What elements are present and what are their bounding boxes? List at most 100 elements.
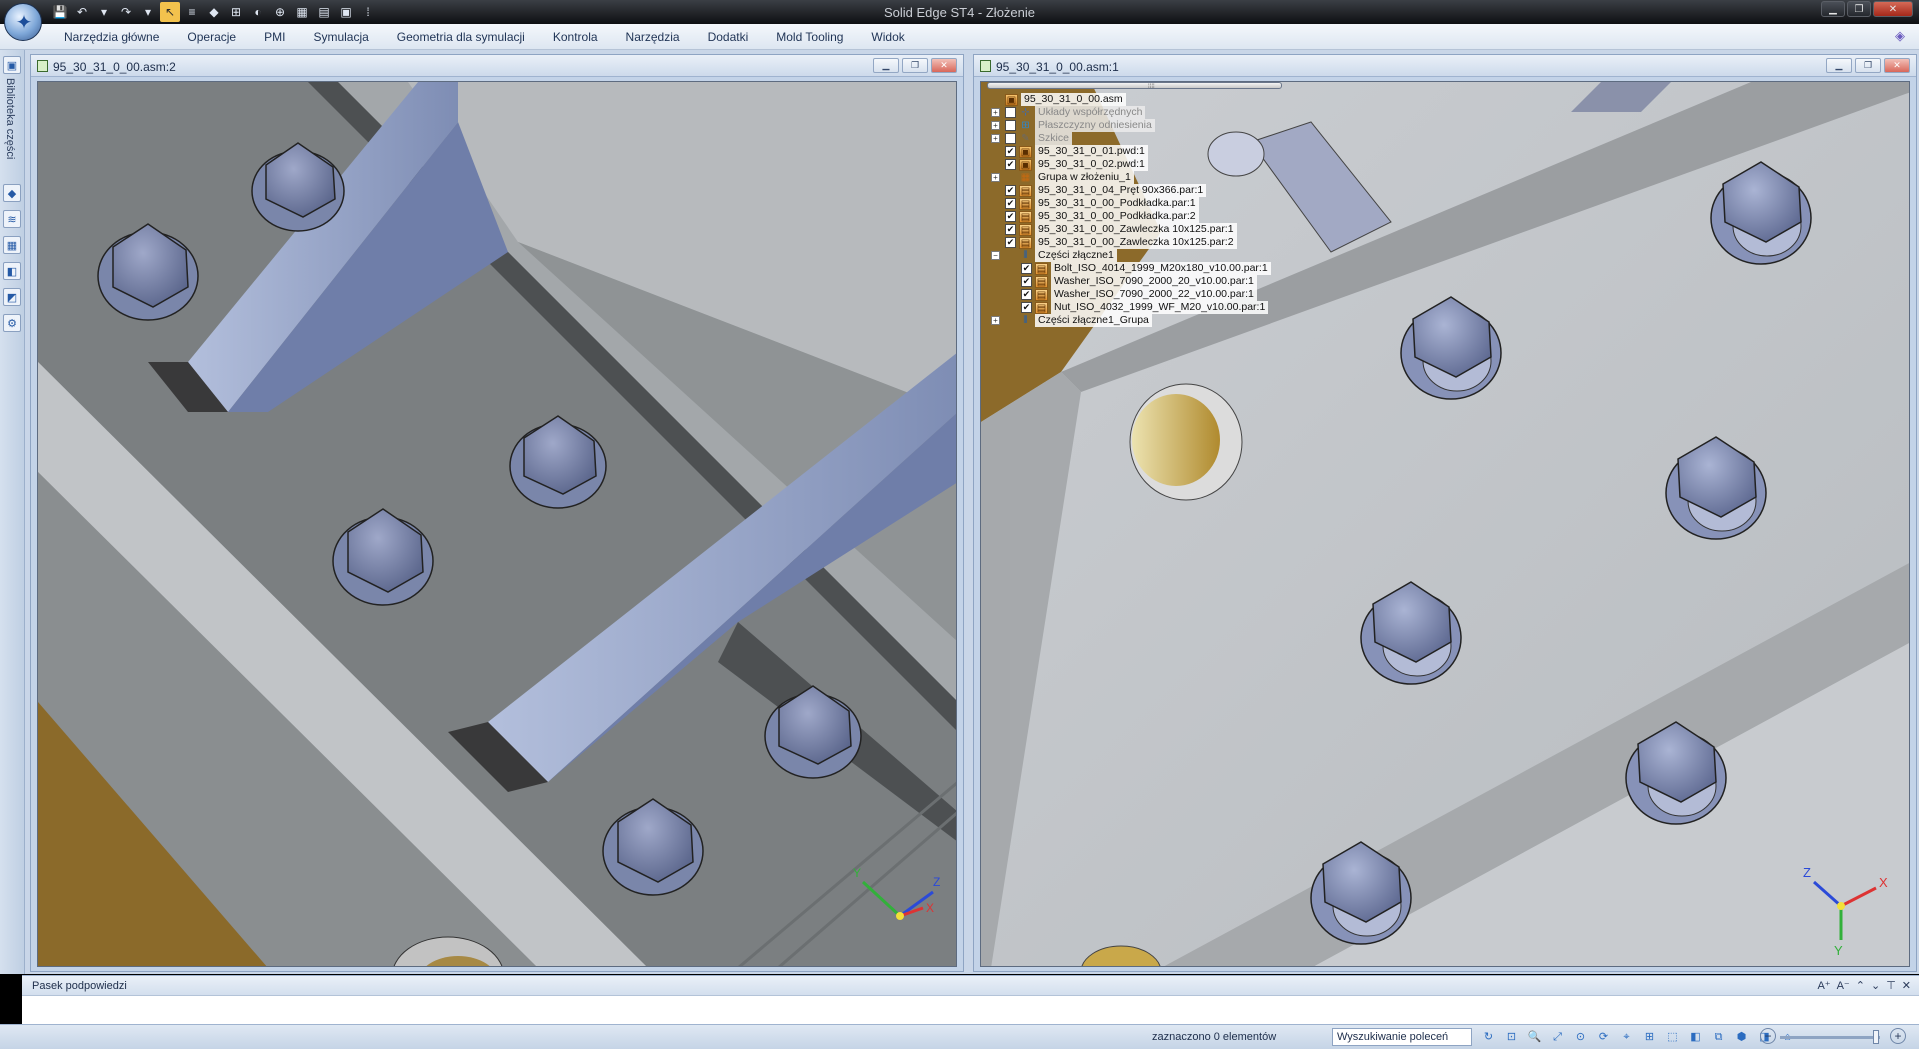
layers-icon[interactable]: ≋ <box>3 210 21 228</box>
tree-node[interactable]: − ⦀ Części złączne1 <box>991 249 1117 262</box>
tree-node[interactable]: + ✔ ⊹ Układy współrzędnych <box>991 106 1146 119</box>
prompt-tool-button[interactable]: ✕ <box>1902 979 1911 992</box>
view-tool-icon[interactable]: ⟳ <box>1595 1029 1612 1045</box>
ribbon-tab-geometria-dla-symulacji[interactable]: Geometria dla symulacji <box>383 30 539 44</box>
dropdown-icon[interactable]: ▾ <box>138 2 158 22</box>
red-diamond-icon[interactable]: ◆ <box>204 2 224 22</box>
doc-close-button[interactable]: ✕ <box>1884 58 1910 73</box>
doc-maximize-button[interactable]: ❐ <box>1855 58 1881 73</box>
tree-node[interactable]: ✔ ▤ Washer_ISO_7090_2000_20_v10.00.par:1 <box>1007 275 1257 288</box>
undo-icon[interactable]: ↶ <box>72 2 92 22</box>
tree-node[interactable]: + ✔ ⊞ Płaszczyzny odniesienia <box>991 119 1155 132</box>
layout-icon[interactable]: ▤ <box>314 2 334 22</box>
visibility-checkbox[interactable]: ✔ <box>1021 276 1032 287</box>
zoom-in-button[interactable]: + <box>1890 1028 1906 1044</box>
dock-tab-parts-library[interactable]: Biblioteka części <box>4 78 16 159</box>
tree-node[interactable]: ✔ ▣ 95_30_31_0_01.pwd:1 <box>991 145 1148 158</box>
grid-icon[interactable]: ≡ <box>182 2 202 22</box>
parts-icon[interactable]: ◆ <box>3 184 21 202</box>
3d-viewport-right[interactable]: Z X Y ⁞⁞⁞⁞ ▣95_30_31_0_00.asm+✔⊹Układy w… <box>980 81 1910 967</box>
visibility-checkbox[interactable]: ✔ <box>1005 159 1016 170</box>
save-icon[interactable]: 💾 <box>50 2 70 22</box>
view-tool-icon[interactable]: 🔍 <box>1526 1029 1543 1045</box>
minimize-button[interactable]: ▁ <box>1821 1 1845 17</box>
visibility-checkbox[interactable]: ✔ <box>1005 120 1016 131</box>
redo-icon[interactable]: ↷ <box>116 2 136 22</box>
expand-toggle-icon[interactable]: + <box>991 316 1000 325</box>
tree-node[interactable]: ✔ ▤ Washer_ISO_7090_2000_22_v10.00.par:1 <box>1007 288 1257 301</box>
ribbon-tab-dodatki[interactable]: Dodatki <box>694 30 763 44</box>
visibility-checkbox[interactable]: ✔ <box>1005 146 1016 157</box>
render-icon[interactable]: ◧ <box>3 262 21 280</box>
visibility-checkbox[interactable]: ✔ <box>1021 302 1032 313</box>
ribbon-tab-symulacja[interactable]: Symulacja <box>299 30 382 44</box>
table-icon[interactable]: ▦ <box>292 2 312 22</box>
prompt-tool-button[interactable]: A⁺ <box>1817 979 1830 992</box>
ribbon-tab-pmi[interactable]: PMI <box>250 30 299 44</box>
tree-node[interactable]: + ▦ Grupa w złożeniu_1 <box>991 171 1134 184</box>
expand-toggle-icon[interactable]: + <box>991 121 1000 130</box>
ribbon-tab-mold-tooling[interactable]: Mold Tooling <box>762 30 857 44</box>
visibility-checkbox[interactable]: ✔ <box>1021 289 1032 300</box>
prompt-tool-button[interactable]: ⊤ <box>1886 979 1896 992</box>
3d-viewport-left[interactable]: Y Z X <box>37 81 957 967</box>
tree-node[interactable]: ✔ ▤ 95_30_31_0_00_Zawleczka 10x125.par:1 <box>991 223 1237 236</box>
expand-toggle-icon[interactable]: + <box>991 173 1000 182</box>
tree-icon[interactable]: ⊞ <box>226 2 246 22</box>
zoom-out-button[interactable]: − <box>1760 1028 1776 1044</box>
visibility-checkbox[interactable]: ✔ <box>1005 107 1016 118</box>
tree-node[interactable]: ▣ 95_30_31_0_00.asm <box>991 93 1126 106</box>
doc-close-button[interactable]: ✕ <box>931 58 957 73</box>
tree-node[interactable]: + ⦀ Części złączne1_Grupa <box>991 314 1152 327</box>
doc-minimize-button[interactable]: ▁ <box>873 58 899 73</box>
view-tool-icon[interactable]: ⊡ <box>1503 1029 1520 1045</box>
view-tool-icon[interactable]: ⊞ <box>1641 1029 1658 1045</box>
visibility-checkbox[interactable]: ✔ <box>1005 211 1016 222</box>
expand-toggle-icon[interactable]: − <box>991 251 1000 260</box>
zoom-slider[interactable] <box>1780 1036 1880 1039</box>
visibility-checkbox[interactable]: ✔ <box>1005 133 1016 144</box>
customize-icon[interactable]: ⁞ <box>358 2 378 22</box>
tree-node[interactable]: ✔ ▤ Bolt_ISO_4014_1999_M20x180_v10.00.par:… <box>1007 262 1271 275</box>
visibility-checkbox[interactable]: ✔ <box>1021 263 1032 274</box>
tree-node[interactable]: ✔ ▤ 95_30_31_0_00_Podkładka.par:1 <box>991 197 1199 210</box>
tree-node[interactable]: ✔ ▣ 95_30_31_0_02.pwd:1 <box>991 158 1148 171</box>
ribbon-tab-kontrola[interactable]: Kontrola <box>539 30 612 44</box>
ribbon-tab-narzędzia-główne[interactable]: Narzędzia główne <box>50 30 173 44</box>
prompt-tool-button[interactable]: ⌄ <box>1871 979 1880 992</box>
tree-node[interactable]: + ✔ ✎ Szkice <box>991 132 1072 145</box>
dropdown-icon[interactable]: ▾ <box>94 2 114 22</box>
visibility-checkbox[interactable]: ✔ <box>1005 185 1016 196</box>
expand-toggle-icon[interactable]: + <box>991 134 1000 143</box>
view-tool-icon[interactable]: ◧ <box>1687 1029 1704 1045</box>
maximize-button[interactable]: ❐ <box>1847 1 1871 17</box>
view-icon[interactable]: ◐ <box>248 2 268 22</box>
tree-node[interactable]: ✔ ▤ Nut_ISO_4032_1999_WF_M20_v10.00.par:1 <box>1007 301 1269 314</box>
window-icon[interactable]: ▣ <box>336 2 356 22</box>
prompt-tool-button[interactable]: ⌃ <box>1856 979 1865 992</box>
visibility-checkbox[interactable]: ✔ <box>1005 237 1016 248</box>
tree-node[interactable]: ✔ ▤ 95_30_31_0_00_Zawleczka 10x125.par:2 <box>991 236 1237 249</box>
view-tool-icon[interactable]: ⤢ <box>1549 1029 1566 1045</box>
view-tool-icon[interactable]: ⬢ <box>1733 1029 1750 1045</box>
settings-icon[interactable]: ⚙ <box>3 314 21 332</box>
display-icon[interactable]: ◩ <box>3 288 21 306</box>
view-tool-icon[interactable]: ⧉ <box>1710 1029 1727 1045</box>
ribbon-tab-narzędzia[interactable]: Narzędzia <box>612 30 694 44</box>
visibility-checkbox[interactable]: ✔ <box>1005 224 1016 235</box>
application-button[interactable]: ✦ <box>4 3 42 41</box>
visibility-checkbox[interactable]: ✔ <box>1005 198 1016 209</box>
zoom-slider-handle[interactable] <box>1873 1030 1879 1044</box>
doc-maximize-button[interactable]: ❐ <box>902 58 928 73</box>
view-tool-icon[interactable]: ⌖ <box>1618 1029 1635 1045</box>
ribbon-tab-operacje[interactable]: Operacje <box>173 30 250 44</box>
view-tool-icon[interactable]: ⊙ <box>1572 1029 1589 1045</box>
command-search-input[interactable] <box>1332 1028 1472 1046</box>
pathfinder-scrollbar[interactable]: ⁞⁞⁞⁞ <box>987 82 1282 90</box>
doc-minimize-button[interactable]: ▁ <box>1826 58 1852 73</box>
expand-toggle-icon[interactable]: + <box>991 108 1000 117</box>
help-icon[interactable]: ◈ <box>1895 28 1911 44</box>
ribbon-tab-widok[interactable]: Widok <box>857 30 918 44</box>
select-tool-icon[interactable]: ↖ <box>160 2 180 22</box>
close-button[interactable]: ✕ <box>1873 1 1913 17</box>
